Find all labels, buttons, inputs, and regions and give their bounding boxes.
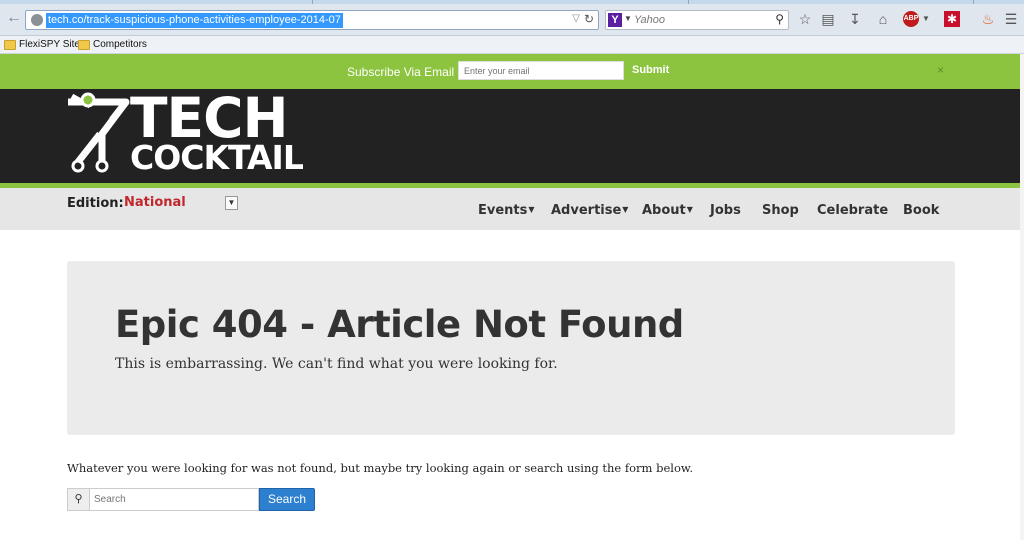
tab-divider xyxy=(973,0,974,4)
engine-dropdown-icon[interactable]: ▼ xyxy=(624,14,632,23)
search-button[interactable]: Search xyxy=(259,488,315,511)
nav-item-jobs[interactable]: Jobs xyxy=(710,203,741,218)
submit-button[interactable]: Submit xyxy=(632,64,669,76)
bookmark-label: Competitors xyxy=(93,39,147,50)
not-found-message: Whatever you were looking for was not fo… xyxy=(67,461,693,475)
search-bar-placeholder[interactable]: Yahoo xyxy=(634,14,665,26)
adblock-dropdown-icon[interactable]: ▼ xyxy=(918,11,934,27)
firebug-icon[interactable]: ♨ xyxy=(980,11,996,27)
globe-icon xyxy=(31,14,43,26)
nav-item-shop[interactable]: Shop xyxy=(762,203,799,218)
extension-icon[interactable]: ✱ xyxy=(944,11,960,27)
bookmark-star-icon[interactable]: ☆ xyxy=(797,11,813,27)
nav-label: Events xyxy=(478,203,528,218)
yahoo-logo-icon[interactable]: Y xyxy=(608,13,622,27)
nav-item-about[interactable]: About▼ xyxy=(642,203,693,218)
nav-item-advertise[interactable]: Advertise▼ xyxy=(551,203,628,218)
search-icon: ⚲ xyxy=(67,488,89,511)
clipboard-icon[interactable]: ▤ xyxy=(820,11,836,27)
tab-strip xyxy=(0,0,1024,4)
reload-icon[interactable]: ↻ xyxy=(584,12,594,26)
error-panel xyxy=(67,261,955,435)
back-arrow-icon[interactable]: ← xyxy=(5,9,23,27)
address-bar[interactable]: tech.co/track-suspicious-phone-activitie… xyxy=(25,10,599,30)
edition-dropdown-icon[interactable]: ▼ xyxy=(225,196,238,210)
nav-item-book[interactable]: Book xyxy=(903,203,939,218)
subscribe-label: Subscribe Via Email xyxy=(347,65,455,79)
download-icon[interactable]: ↧ xyxy=(847,11,863,27)
logo-text-cocktail[interactable]: COCKTAIL xyxy=(130,140,304,176)
chevron-down-icon: ▼ xyxy=(622,205,629,214)
nav-item-events[interactable]: Events▼ xyxy=(478,203,535,218)
chevron-down-icon: ▼ xyxy=(686,205,693,214)
nav-label: About xyxy=(642,203,686,218)
chevron-down-icon: ▼ xyxy=(528,205,535,214)
url-text[interactable]: tech.co/track-suspicious-phone-activitie… xyxy=(46,13,343,28)
bookmark-folder[interactable]: Competitors xyxy=(78,38,147,52)
tab-divider xyxy=(688,0,689,4)
tab-divider xyxy=(312,0,313,4)
subscribe-bar: Subscribe Via Email Submit × xyxy=(0,54,1024,89)
search-icon[interactable]: ⚲ xyxy=(775,12,784,26)
scrollbar[interactable] xyxy=(1020,54,1024,540)
folder-icon xyxy=(4,40,16,50)
nav-label: Advertise xyxy=(551,203,622,218)
search-bar[interactable]: Y ▼ Yahoo ⚲ xyxy=(605,10,789,30)
close-icon[interactable]: × xyxy=(937,63,944,77)
folder-icon xyxy=(78,40,90,50)
page-title: Epic 404 - Article Not Found xyxy=(115,303,684,346)
edition-selected[interactable]: National xyxy=(124,195,186,210)
menu-icon[interactable]: ☰ xyxy=(1003,11,1019,27)
error-subtitle: This is embarrassing. We can't find what… xyxy=(115,356,558,372)
browser-toolbar: ← tech.co/track-suspicious-phone-activit… xyxy=(0,0,1024,36)
adblock-icon[interactable]: ABP xyxy=(903,11,919,27)
home-icon[interactable]: ⌂ xyxy=(875,11,891,27)
bookmarks-bar: FlexiSPY Sites Competitors xyxy=(0,36,1024,54)
nav-item-celebrate[interactable]: Celebrate xyxy=(817,203,888,218)
history-dropdown-icon[interactable]: ▽ xyxy=(572,13,580,24)
email-field[interactable] xyxy=(458,61,624,80)
bookmark-folder[interactable]: FlexiSPY Sites xyxy=(4,38,85,52)
bookmark-label: FlexiSPY Sites xyxy=(19,39,85,50)
edition-label: Edition: xyxy=(67,196,124,211)
search-input[interactable] xyxy=(89,488,259,511)
